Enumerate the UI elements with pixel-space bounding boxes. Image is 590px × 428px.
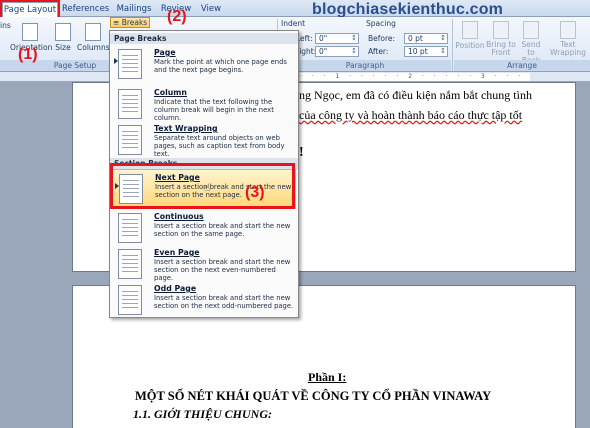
section-title: MỘT SỐ NÉT KHÁI QUÁT VỀ CÔNG TY CỔ PHẦN … [135, 389, 492, 403]
highlight-box [110, 163, 295, 209]
text-wrapping-button[interactable]: Text Wrapping [548, 21, 588, 57]
tab-view[interactable]: View [196, 2, 226, 17]
menu-item-description: Insert a section break and start the new… [154, 258, 291, 282]
position-icon [462, 21, 478, 39]
even-page-break-icon [118, 249, 142, 279]
spacing-after-label: After: [368, 47, 389, 56]
spacing-before-label: Before: [368, 34, 396, 43]
annotation-1: (1) [18, 46, 38, 63]
size-icon [55, 23, 71, 41]
menu-item-description: Indicate that the text following the col… [154, 98, 274, 122]
indent-right-input[interactable]: 0" [315, 46, 359, 57]
menu-item-title: Column [154, 88, 187, 97]
annotation-2: (2) [167, 8, 187, 25]
menu-item-description: Insert a section break and start the new… [154, 222, 291, 238]
text-wrapping-label: Text Wrapping [550, 40, 586, 57]
page-breaks-header: Page Breaks [110, 33, 298, 44]
menu-item-column[interactable]: Column Indicate that the text following … [112, 85, 296, 125]
ribbon-tab-bar: Page Layout References Mailings Review V… [0, 0, 590, 19]
menu-item-page[interactable]: Page Mark the point at which one page en… [112, 45, 296, 85]
annotation-3: (3) [245, 184, 265, 201]
size-label: Size [55, 43, 71, 52]
size-button[interactable]: Size [52, 23, 74, 52]
column-break-icon [118, 89, 142, 119]
columns-icon [85, 23, 101, 41]
send-to-back-button[interactable]: Send to Back [517, 21, 545, 65]
bring-to-front-label: Bring to Front [486, 40, 516, 57]
columns-label: Columns [77, 43, 110, 52]
body-line: của công ty và hoàn thành báo cáo thực t… [299, 108, 523, 122]
body-line: ! [299, 145, 304, 160]
indent-label: Indent [281, 19, 306, 28]
text-wrapping-icon [560, 21, 576, 39]
orientation-icon [22, 23, 38, 41]
menu-item-title: Continuous [154, 212, 204, 221]
menu-item-title: Text Wrapping [154, 124, 218, 133]
position-button[interactable]: Position [455, 21, 485, 50]
arrange-group-label: Arrange [454, 60, 590, 71]
indent-left-input[interactable]: 0" [315, 33, 359, 44]
tab-references[interactable]: References [62, 2, 109, 17]
menu-item-even-page[interactable]: Even Page Insert a section break and sta… [112, 245, 296, 285]
odd-page-break-icon [118, 285, 142, 315]
bring-to-front-icon [493, 21, 509, 39]
tab-page-layout[interactable]: Page Layout [0, 0, 60, 19]
ruler-ticks: · · · 1 · · · · · 2 · · · · · 3 · · · · … [300, 73, 530, 80]
columns-button[interactable]: Columns [77, 23, 110, 52]
menu-item-continuous[interactable]: Continuous Insert a section break and st… [112, 209, 296, 249]
ribbon-separator [452, 19, 453, 71]
menu-item-title: Page [154, 48, 176, 57]
spacing-before-input[interactable]: 0 pt [404, 33, 448, 44]
menu-item-title: Even Page [154, 248, 200, 257]
spacing-after-input[interactable]: 10 pt [404, 46, 448, 57]
tab-mailings[interactable]: Mailings [114, 2, 154, 17]
breaks-icon: ≡ [113, 18, 120, 27]
paragraph-group-label: Paragraph [279, 60, 451, 71]
section-part-heading: Phần I: [308, 370, 347, 384]
menu-item-description: Insert a section break and start the new… [154, 294, 294, 310]
margins-button[interactable]: ins [0, 21, 11, 30]
page-break-icon [118, 49, 142, 79]
breaks-button[interactable]: ≡ Breaks ▾ [110, 17, 150, 36]
menu-item-title: Odd Page [154, 284, 197, 293]
breaks-label: Breaks [121, 18, 148, 27]
menu-item-odd-page[interactable]: Odd Page Insert a section break and star… [112, 281, 296, 321]
continuous-break-icon [118, 213, 142, 243]
body-line: ng Ngọc, em đã có điều kiện nắm bắt chun… [299, 88, 532, 102]
mouse-cursor-icon: ☝ [204, 183, 211, 194]
spacing-label: Spacing [366, 19, 396, 28]
menu-item-description: Separate text around objects on web page… [154, 134, 285, 158]
send-to-back-icon [523, 21, 539, 39]
bring-to-front-button[interactable]: Bring to Front [486, 21, 516, 57]
section-subheading: 1.1. GIỚI THIỆU CHUNG: [133, 407, 273, 421]
position-label: Position [455, 41, 485, 50]
menu-item-description: Mark the point at which one page ends an… [154, 58, 287, 74]
text-wrapping-break-icon [118, 125, 142, 155]
menu-item-text-wrapping[interactable]: Text Wrapping Separate text around objec… [112, 121, 296, 161]
